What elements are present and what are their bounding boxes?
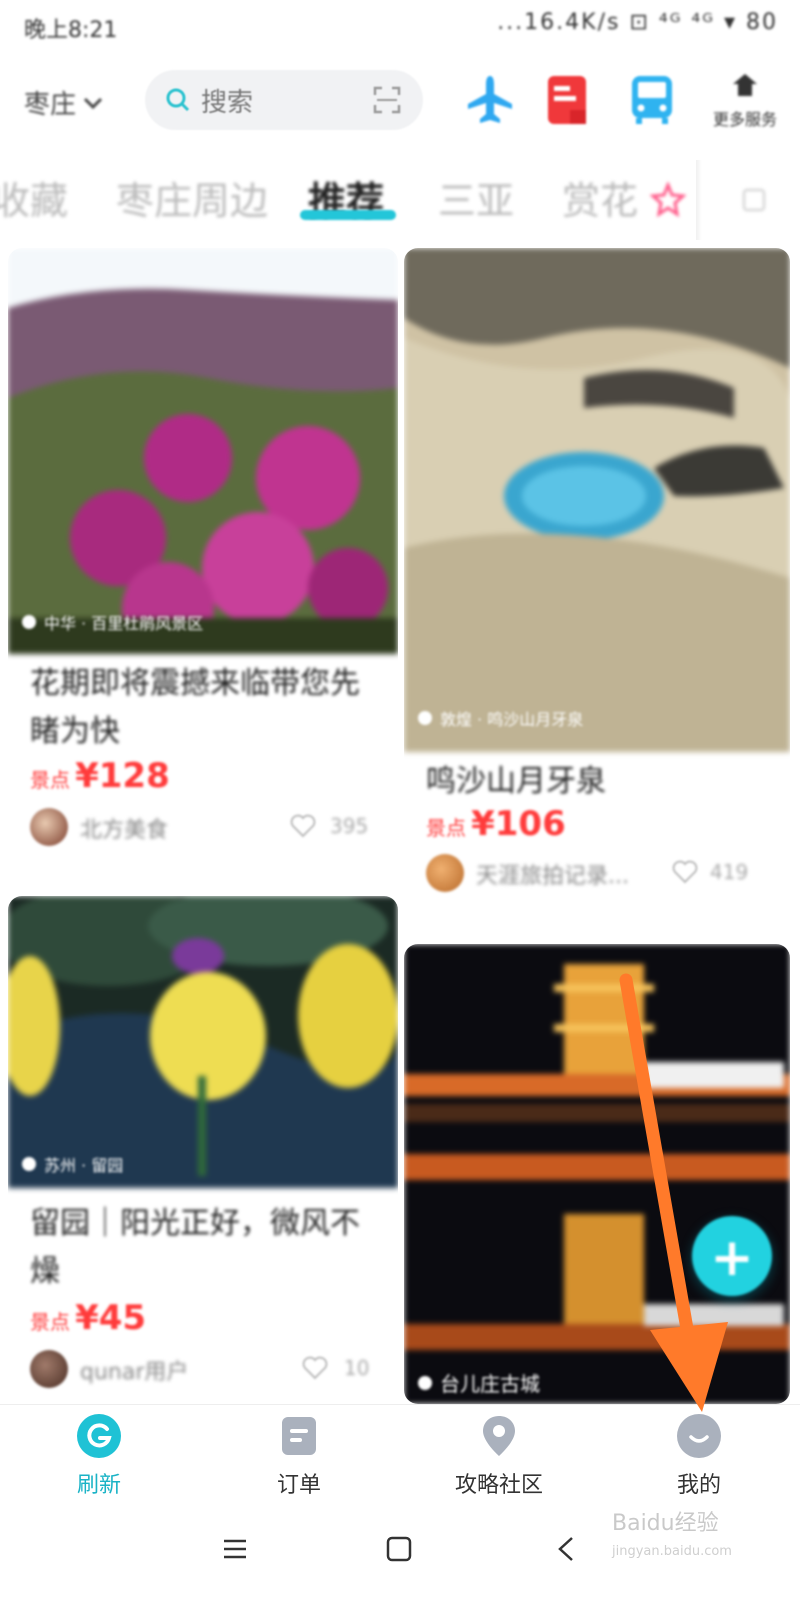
flower-icon bbox=[649, 180, 687, 218]
caption-text: 敦煌 · 鸣沙山月牙泉 bbox=[440, 710, 584, 729]
card-image bbox=[8, 248, 398, 654]
nav-orders[interactable]: 订单 bbox=[224, 1413, 374, 1499]
tab-flowers[interactable]: 赏花 bbox=[562, 170, 687, 225]
card-image bbox=[404, 248, 790, 752]
nav-refresh[interactable]: 刷新 bbox=[24, 1413, 174, 1499]
avatar[interactable] bbox=[30, 1350, 68, 1388]
status-indicators: ...16.4K/s ⊡ ⁴ᴳ ⁴ᴳ ▾ 80 bbox=[497, 10, 778, 35]
refresh-icon bbox=[77, 1414, 121, 1458]
bottom-nav: 刷新 订单 攻略社区 我的 bbox=[0, 1404, 800, 1501]
tab-divider bbox=[696, 160, 702, 240]
plus-icon: + bbox=[710, 1228, 754, 1288]
home-icon[interactable] bbox=[386, 1536, 412, 1562]
card-price: 景点 ¥106 bbox=[426, 804, 566, 844]
price-label: 景点 bbox=[426, 816, 466, 840]
nav-label: 刷新 bbox=[76, 1473, 121, 1498]
card-title: 花期即将震撼来临带您先睹为快 bbox=[30, 666, 360, 749]
like-count: 419 bbox=[710, 860, 749, 884]
category-tabs: 收藏 枣庄周边 推荐 三亚 赏花 bbox=[0, 160, 800, 240]
card-price: 景点 ¥45 bbox=[30, 1298, 146, 1338]
card-image bbox=[8, 896, 398, 1188]
heart-icon[interactable] bbox=[302, 1356, 328, 1380]
avatar[interactable] bbox=[426, 854, 464, 892]
add-post-button[interactable]: + bbox=[692, 1216, 772, 1296]
avatar[interactable] bbox=[30, 808, 68, 846]
card-image bbox=[404, 944, 790, 1404]
heart-icon[interactable] bbox=[290, 814, 316, 838]
price-value: ¥106 bbox=[471, 804, 566, 844]
status-time: 晚上8:21 bbox=[24, 18, 118, 43]
more-services-icon bbox=[733, 74, 757, 96]
heart-icon[interactable] bbox=[672, 860, 698, 884]
nav-profile[interactable]: 我的 bbox=[624, 1413, 774, 1499]
train-ticket-icon[interactable] bbox=[540, 72, 596, 128]
caption-text: 苏州 · 留园 bbox=[44, 1156, 124, 1175]
tab-menu-icon[interactable] bbox=[742, 188, 766, 212]
location-pin-icon bbox=[483, 1416, 515, 1456]
profile-icon bbox=[677, 1414, 721, 1458]
search-icon bbox=[166, 88, 190, 112]
baidu-watermark: Baidu经验 jingyan.baidu.com bbox=[612, 1510, 732, 1566]
location-dot-icon bbox=[418, 1375, 432, 1390]
caption-text: 台儿庄古城 bbox=[440, 1372, 540, 1396]
active-tab-indicator bbox=[300, 210, 396, 220]
price-label: 景点 bbox=[30, 1310, 70, 1334]
more-services-label: 更多服务 bbox=[712, 110, 777, 129]
nav-label: 攻略社区 bbox=[454, 1473, 543, 1498]
price-label: 景点 bbox=[30, 768, 70, 792]
username[interactable]: 北方美食 bbox=[80, 812, 168, 844]
chevron-down-icon bbox=[83, 97, 103, 109]
plane-icon[interactable] bbox=[462, 72, 518, 128]
username[interactable]: qunar用户 bbox=[80, 1354, 188, 1386]
price-value: ¥128 bbox=[75, 756, 170, 796]
feed-card[interactable]: 敦煌 · 鸣沙山月牙泉 鸣沙山月牙泉 景点 ¥106 天涯旅拍记录... 419 bbox=[404, 248, 790, 918]
status-bar: 晚上8:21 ...16.4K/s ⊡ ⁴ᴳ ⁴ᴳ ▾ 80 bbox=[0, 0, 800, 52]
more-services-button[interactable]: 更多服务 bbox=[710, 72, 780, 130]
menu-icon[interactable] bbox=[222, 1536, 248, 1562]
search-bar[interactable]: 搜索 bbox=[145, 70, 423, 130]
nav-community[interactable]: 攻略社区 bbox=[424, 1413, 574, 1499]
order-icon bbox=[282, 1417, 316, 1455]
tab-flowers-label: 赏花 bbox=[562, 179, 639, 223]
like-count: 10 bbox=[344, 1356, 370, 1380]
card-image-caption: 敦煌 · 鸣沙山月牙泉 bbox=[418, 706, 583, 730]
feed-card[interactable]: 中华 · 百里杜鹃风景区 花期即将震撼来临带您先睹为快 景点 ¥128 北方美食… bbox=[8, 248, 398, 872]
scan-icon[interactable] bbox=[373, 86, 401, 114]
tab-favorites[interactable]: 收藏 bbox=[0, 170, 68, 225]
feed-card[interactable]: 苏州 · 留园 留园｜阳光正好，微风不燥 景点 ¥45 qunar用户 10 bbox=[8, 896, 398, 1404]
card-image-caption: 中华 · 百里杜鹃风景区 bbox=[22, 610, 203, 634]
location-dot-icon bbox=[22, 1157, 36, 1171]
city-selector[interactable]: 枣庄 bbox=[24, 84, 104, 121]
card-price: 景点 ¥128 bbox=[30, 756, 170, 796]
back-icon[interactable] bbox=[556, 1536, 576, 1562]
location-dot-icon bbox=[418, 711, 432, 725]
like-count: 395 bbox=[330, 814, 369, 838]
card-title: 鸣沙山月牙泉 bbox=[426, 764, 606, 799]
watermark-sub: jingyan.baidu.com bbox=[612, 1544, 732, 1559]
price-value: ¥45 bbox=[75, 1298, 147, 1338]
tab-sanya[interactable]: 三亚 bbox=[438, 170, 514, 225]
card-image-caption: 台儿庄古城 bbox=[418, 1368, 540, 1397]
tab-zaozhuang-nearby[interactable]: 枣庄周边 bbox=[116, 170, 268, 225]
top-header: 枣庄 搜索 更多服务 bbox=[0, 58, 800, 138]
card-image-caption: 苏州 · 留园 bbox=[22, 1152, 123, 1176]
caption-text: 中华 · 百里杜鹃风景区 bbox=[44, 614, 204, 633]
location-dot-icon bbox=[22, 615, 36, 629]
feed-card[interactable]: 台儿庄古城 bbox=[404, 944, 790, 1404]
card-title: 留园｜阳光正好，微风不燥 bbox=[30, 1206, 360, 1289]
bus-icon[interactable] bbox=[624, 72, 680, 128]
city-name: 枣庄 bbox=[24, 90, 77, 120]
nav-label: 我的 bbox=[676, 1473, 721, 1498]
username[interactable]: 天涯旅拍记录... bbox=[476, 858, 629, 890]
nav-label: 订单 bbox=[276, 1473, 321, 1498]
watermark-main: Baidu经验 bbox=[612, 1511, 719, 1536]
search-placeholder: 搜索 bbox=[201, 87, 254, 118]
